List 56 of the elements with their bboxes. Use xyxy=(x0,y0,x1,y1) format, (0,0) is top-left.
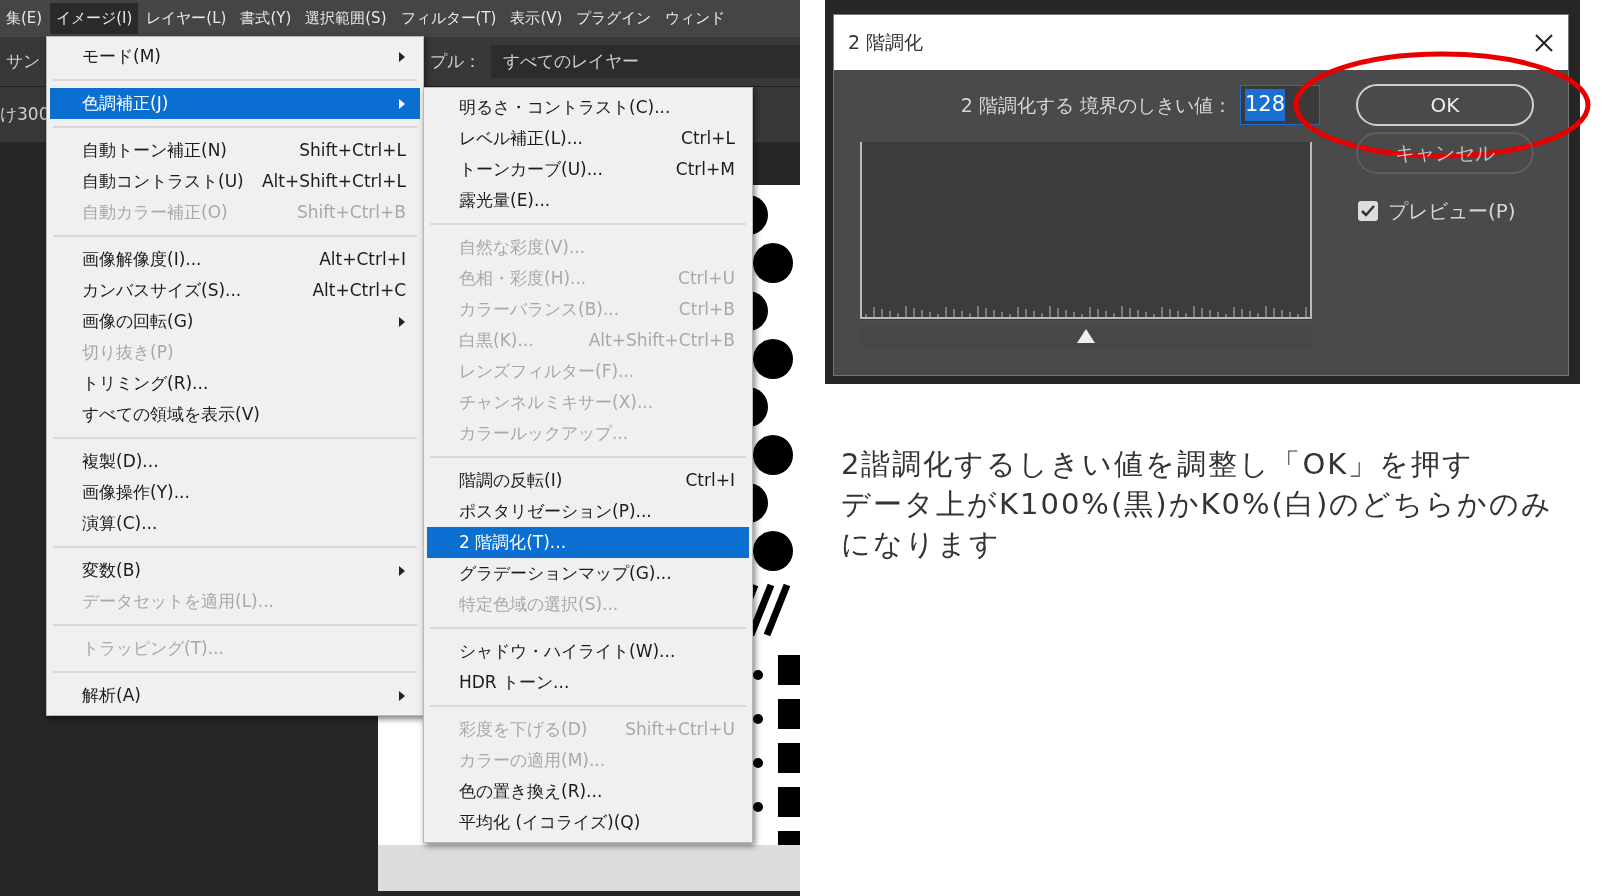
menu-item[interactable]: トリミング(R)... xyxy=(50,368,420,399)
preview-label: プレビュー(P) xyxy=(1388,198,1516,225)
menu-item[interactable]: 解析(A) xyxy=(50,680,420,711)
dialog-button[interactable]: キャンセル xyxy=(1356,132,1534,174)
menu-item[interactable]: 2 階調化(T)... xyxy=(427,527,749,558)
submenu-arrow-icon xyxy=(398,316,406,327)
submenu-arrow-icon xyxy=(398,690,406,701)
menu-item[interactable]: 画像解像度(I)... Alt+Ctrl+I xyxy=(50,244,420,275)
menu-item[interactable]: グラデーションマップ(G)... xyxy=(427,558,749,589)
menu-bar-item[interactable]: 集(E) xyxy=(0,3,49,34)
sample-label: サン xyxy=(6,49,40,73)
layers-dropdown[interactable]: すべてのレイヤー xyxy=(491,44,800,79)
layers-label: プル： xyxy=(430,49,481,73)
menu-item[interactable]: 演算(C)... xyxy=(50,508,420,539)
menu-bar-item[interactable]: ウィンド xyxy=(659,3,732,34)
close-icon[interactable] xyxy=(1534,32,1554,53)
threshold-label: 2 階調化する 境界のしきい値： xyxy=(960,92,1232,118)
menu-bar-item[interactable]: フィルター(T) xyxy=(394,3,503,34)
threshold-input[interactable]: 128 xyxy=(1240,85,1320,125)
preview-checkbox[interactable] xyxy=(1358,201,1378,221)
check-icon xyxy=(1361,205,1375,217)
menu-item[interactable]: トーンカーブ(U)... Ctrl+M xyxy=(427,154,749,185)
menu-item[interactable]: 階調の反転(I) Ctrl+I xyxy=(427,465,749,496)
menu-item[interactable]: 平均化 (イコライズ)(Q) xyxy=(427,807,749,838)
menu-bar-item[interactable]: 書式(Y) xyxy=(234,3,298,34)
menu-item[interactable]: 画像操作(Y)... xyxy=(50,477,420,508)
menu-bar-item[interactable]: イメージ(I) xyxy=(50,3,139,34)
menu-item[interactable]: カンバスサイズ(S)... Alt+Ctrl+C xyxy=(50,275,420,306)
menu-item[interactable]: 自動トーン補正(N) Shift+Ctrl+L xyxy=(50,135,420,166)
menu-item[interactable]: 色の置き換え(R)... xyxy=(427,776,749,807)
caption-text: 2諧調化するしきい値を調整し「OK」を押す xyxy=(841,446,1476,483)
menu-bar-item[interactable]: レイヤー(L) xyxy=(140,3,233,34)
menu-bar-item[interactable]: 選択範囲(S) xyxy=(299,3,393,34)
submenu-arrow-icon xyxy=(398,51,406,62)
menu-item[interactable]: 色調補正(J) xyxy=(50,88,420,119)
dialog-title: 2 階調化 xyxy=(848,30,925,56)
menu-bar-item[interactable]: 表示(V) xyxy=(504,3,569,34)
menu-item[interactable]: HDR トーン... xyxy=(427,667,749,698)
threshold-value: 128 xyxy=(1245,89,1286,121)
menu-item[interactable]: 自動コントラスト(U) Alt+Shift+Ctrl+L xyxy=(50,166,420,197)
dialog-button[interactable]: OK xyxy=(1356,84,1534,126)
menu-item[interactable]: モード(M) xyxy=(50,41,420,72)
caption-text: データ上がK100%(黒)かK0%(白)のどちらかのみになります xyxy=(841,486,1555,563)
submenu-arrow-icon xyxy=(398,98,406,109)
submenu-arrow-icon xyxy=(398,565,406,576)
menu-item[interactable]: すべての領域を表示(V) xyxy=(50,399,420,430)
slider-thumb[interactable] xyxy=(1076,328,1096,344)
menu-item[interactable]: シャドウ・ハイライト(W)... xyxy=(427,636,749,667)
menu-item[interactable]: ポスタリゼーション(P)... xyxy=(427,496,749,527)
menu-item[interactable]: 複製(D)... xyxy=(50,446,420,477)
menu-bar-item[interactable]: プラグイン xyxy=(570,3,658,34)
menu-item[interactable]: 画像の回転(G) xyxy=(50,306,420,337)
menu-item[interactable]: 変数(B) xyxy=(50,555,420,586)
menu-item[interactable]: 露光量(E)... xyxy=(427,185,749,216)
menu-item[interactable]: 明るさ・コントラスト(C)... xyxy=(427,92,749,123)
menu-item[interactable]: レベル補正(L)... Ctrl+L xyxy=(427,123,749,154)
